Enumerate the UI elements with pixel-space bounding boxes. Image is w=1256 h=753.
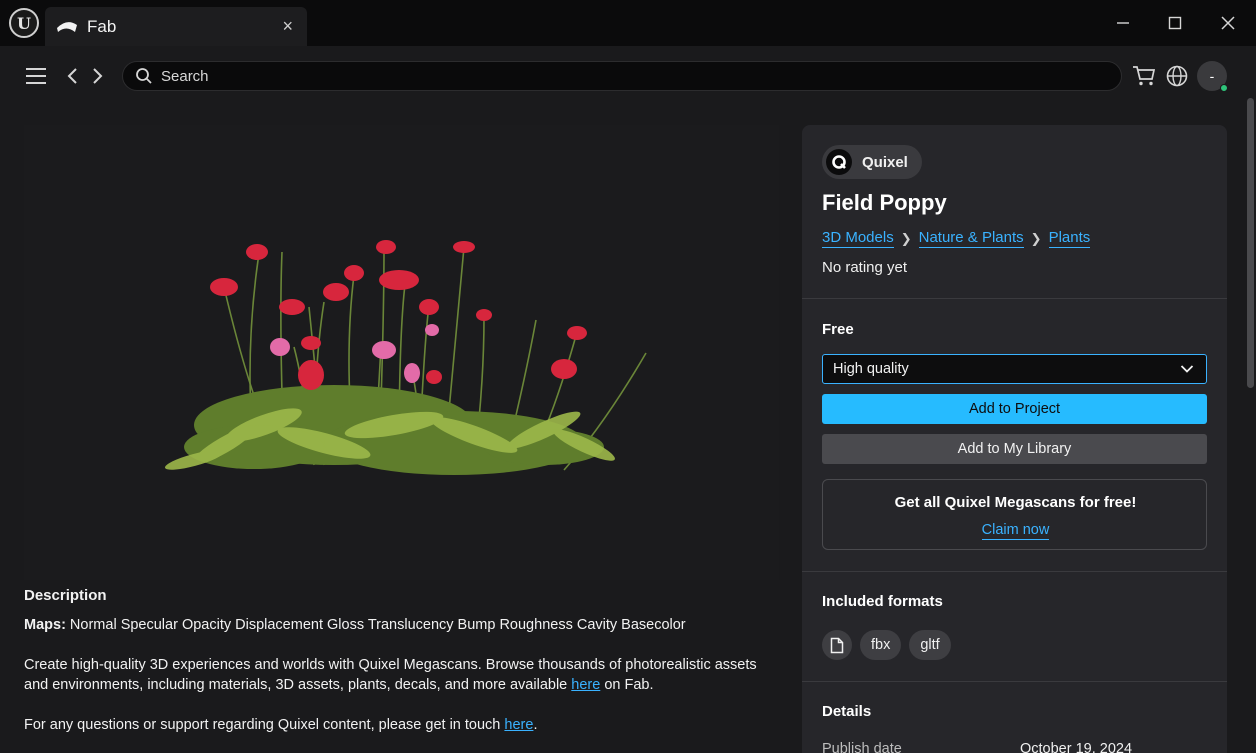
minimize-icon (1117, 22, 1129, 24)
avatar-label: - (1209, 68, 1215, 84)
detail-row-publish-date: Publish date October 19, 2024 (822, 741, 1207, 753)
search-bar[interactable] (122, 61, 1122, 91)
details-title: Details (822, 703, 872, 720)
description-tail-1: on Fab. (600, 677, 654, 693)
add-to-project-button[interactable]: Add to Project (822, 394, 1207, 424)
chevron-right-icon: ❯ (900, 230, 912, 246)
hamburger-icon (26, 68, 46, 84)
divider (802, 681, 1227, 682)
file-icon (830, 637, 844, 653)
minimize-button[interactable] (1108, 10, 1138, 36)
menu-button[interactable] (24, 64, 48, 88)
cart-button[interactable] (1132, 64, 1156, 88)
description-tail-2: . (533, 717, 538, 733)
scrollbar[interactable] (1247, 98, 1254, 388)
rating-text: No rating yet (822, 259, 908, 276)
publisher-name: Quixel (862, 153, 908, 171)
megascans-promo: Get all Quixel Megascans for free! Claim… (822, 479, 1207, 550)
chevron-down-icon (1180, 365, 1194, 373)
chevron-left-icon (67, 68, 77, 84)
megascans-link[interactable]: here (571, 677, 600, 693)
close-icon (1221, 16, 1235, 30)
maps-value: Normal Specular Opacity Displacement Glo… (65, 617, 686, 633)
chevron-right-icon: ❯ (1030, 230, 1042, 246)
detail-label: Publish date (822, 741, 902, 753)
title-bar: U Fab × (0, 0, 1256, 46)
nav-bar: - (0, 46, 1244, 106)
search-input[interactable] (161, 67, 1061, 85)
maps-label: Maps: (24, 617, 66, 633)
chevron-right-icon (93, 68, 103, 84)
product-panel: Quixel Field Poppy 3D Models ❯ Nature & … (802, 125, 1227, 753)
forward-button[interactable] (88, 65, 108, 87)
add-to-library-button[interactable]: Add to My Library (822, 434, 1207, 464)
breadcrumb-3d-models[interactable]: 3D Models (822, 229, 894, 248)
language-button[interactable] (1165, 64, 1189, 88)
quality-selected-value: High quality (833, 361, 909, 377)
divider (802, 571, 1227, 572)
tab-label: Fab (87, 16, 117, 36)
breadcrumb: 3D Models ❯ Nature & Plants ❯ Plants (822, 229, 1091, 248)
quality-select[interactable]: High quality (822, 354, 1207, 384)
publisher-badge[interactable]: Quixel (822, 145, 922, 179)
description-paragraph-2: For any questions or support regarding Q… (24, 715, 784, 735)
description-text-2: For any questions or support regarding Q… (24, 717, 505, 733)
maximize-button[interactable] (1160, 10, 1190, 36)
description-paragraph-1: Create high-quality 3D experiences and w… (24, 655, 784, 695)
search-icon (136, 68, 152, 84)
fab-logo-icon (57, 21, 77, 32)
claim-now-link[interactable]: Claim now (981, 522, 1050, 540)
online-status-icon (1220, 84, 1228, 92)
promo-title: Get all Quixel Megascans for free! (894, 494, 1137, 511)
maps-line: Maps: Normal Specular Opacity Displaceme… (24, 615, 784, 635)
maximize-icon (1168, 16, 1182, 30)
quixel-logo-icon (826, 149, 852, 175)
tab-close-icon[interactable]: × (282, 16, 293, 37)
avatar[interactable]: - (1197, 61, 1228, 92)
breadcrumb-plants[interactable]: Plants (1048, 229, 1091, 248)
back-button[interactable] (62, 65, 82, 87)
breadcrumb-nature-plants[interactable]: Nature & Plants (918, 229, 1024, 248)
globe-icon (1166, 65, 1188, 87)
field-poppy-render (164, 240, 647, 475)
cart-icon (1133, 66, 1156, 86)
detail-value: October 19, 2024 (1020, 741, 1133, 753)
formats-list: fbx gltf (822, 630, 951, 660)
tab-fab[interactable]: Fab × (45, 7, 307, 46)
main-content: - (0, 46, 1256, 753)
format-chip-gltf[interactable]: gltf (909, 630, 951, 660)
support-link[interactable]: here (504, 717, 533, 733)
unreal-logo-icon[interactable]: U (9, 8, 39, 38)
page-title: Field Poppy (822, 190, 947, 215)
divider (802, 298, 1227, 299)
format-file-chip[interactable] (822, 630, 852, 660)
description-section: Description Maps: Normal Specular Opacit… (24, 586, 784, 753)
price-label: Free (822, 321, 854, 338)
formats-title: Included formats (822, 593, 943, 610)
close-window-button[interactable] (1213, 10, 1243, 36)
format-chip-fbx[interactable]: fbx (860, 630, 902, 660)
product-preview-image[interactable] (24, 125, 779, 580)
description-heading: Description (24, 587, 107, 604)
